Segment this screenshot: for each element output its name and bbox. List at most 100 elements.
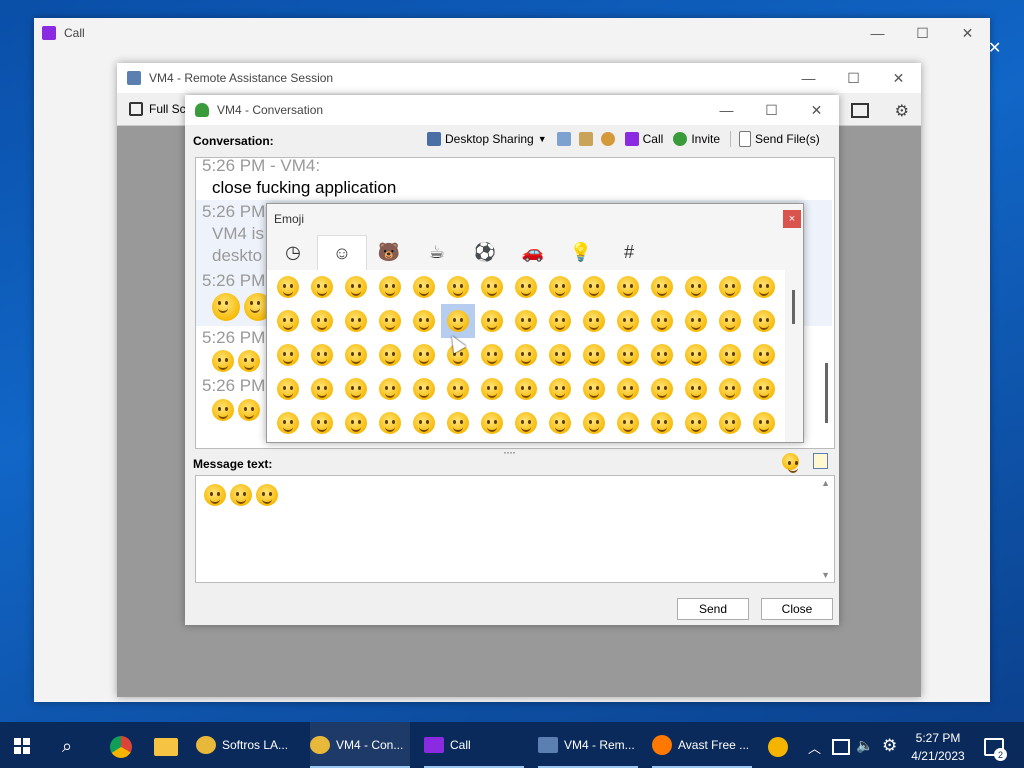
emoji-grid-cell[interactable] [339,270,373,304]
emoji-grid-cell[interactable] [543,338,577,372]
car-icon[interactable]: 🚗 [509,235,557,269]
network-icon[interactable] [832,739,850,755]
emoji-grid-cell[interactable] [509,338,543,372]
emoji-grid-cell[interactable] [509,270,543,304]
emoji-grid-cell[interactable] [305,372,339,406]
emoji-grid-cell[interactable] [713,304,747,338]
emoji-grid-cell[interactable] [577,270,611,304]
taskbar-item-softros[interactable]: Softros LA... [196,722,296,768]
search-icon[interactable]: ⌕ [62,736,72,757]
emoji-grid-cell[interactable] [747,372,781,406]
settings-tray-icon[interactable]: ⚙ [882,736,897,756]
emoji-grid-cell[interactable] [713,372,747,406]
emoji-grid-cell[interactable] [271,406,305,440]
emoji-grid-cell[interactable] [645,304,679,338]
emoji-grid-cell[interactable] [475,372,509,406]
emoji-grid-cell[interactable] [543,406,577,440]
emoji-picker-button[interactable] [782,453,799,473]
taskbar-item-avast[interactable]: Avast Free ... [652,722,752,768]
conv-maximize-button[interactable]: ☐ [749,95,794,125]
emoji-grid-cell[interactable] [713,406,747,440]
log-scrollbar-thumb[interactable] [825,363,828,423]
emoji-grid-cell[interactable] [339,372,373,406]
emoji-scrollbar-thumb[interactable] [792,290,795,324]
emoji-grid-cell[interactable] [339,304,373,338]
send-button[interactable]: Send [677,598,749,620]
windows-start-icon[interactable] [14,738,30,754]
emoji-grid-cell[interactable] [747,406,781,440]
emoji-grid-cell[interactable] [611,270,645,304]
desktop-close-icon[interactable]: ✕ [988,38,1001,58]
taskbar-item-vm4-conversation[interactable]: VM4 - Con... [310,722,410,768]
call-button[interactable]: Call [624,132,663,146]
emoji-grid-cell[interactable] [611,406,645,440]
shield-icon[interactable] [768,737,788,757]
emoji-grid-cell[interactable] [305,304,339,338]
emoji-popup-close-button[interactable]: × [783,210,801,228]
emoji-grid-cell[interactable] [543,372,577,406]
conv-close-button[interactable]: ✕ [794,95,839,125]
emoji-grid-cell[interactable] [407,270,441,304]
emoji-grid-cell[interactable] [305,406,339,440]
recent-icon[interactable]: ◷ [269,235,317,269]
emoji-grid-cell[interactable] [645,372,679,406]
emoji-grid-cell[interactable] [441,372,475,406]
fullscreen-icon[interactable] [129,102,143,116]
ra-minimize-button[interactable]: — [786,63,831,93]
emoji-grid-cell[interactable] [679,270,713,304]
splitter-grip-icon[interactable]: ···· [503,445,516,459]
emoji-grid-cell[interactable] [373,270,407,304]
emoji-grid-cell[interactable] [305,338,339,372]
emoji-grid-cell[interactable] [747,270,781,304]
emoji-grid-cell[interactable] [339,406,373,440]
emoji-grid-cell[interactable] [713,270,747,304]
emoji-grid-cell[interactable] [407,406,441,440]
emoji-grid-cell[interactable] [271,304,305,338]
scroll-down-icon[interactable]: ▼ [821,570,830,580]
invite-button[interactable]: Invite [673,132,720,146]
chrome-icon[interactable] [110,736,132,758]
emoji-grid-cell[interactable] [577,338,611,372]
emoji-grid-cell[interactable] [509,406,543,440]
emoji-grid-cell[interactable] [509,372,543,406]
emoji-grid-cell[interactable] [475,270,509,304]
taskbar-item-vm4-remote[interactable]: VM4 - Rem... [538,722,638,768]
taskbar-item-call[interactable]: Call [424,722,524,768]
history-icon[interactable] [556,132,571,146]
file-explorer-icon[interactable] [154,738,178,756]
emoji-grid-cell[interactable] [407,338,441,372]
emoji-grid-cell[interactable] [407,304,441,338]
emoji-grid-cell[interactable] [407,372,441,406]
emoji-grid-cell[interactable] [747,338,781,372]
emoji-grid-cell[interactable] [271,338,305,372]
emoji-grid-cell[interactable] [339,338,373,372]
clock-date[interactable]: 4/21/2023 [906,749,970,763]
emoji-grid-cell[interactable] [543,304,577,338]
emoji-grid-cell[interactable] [271,372,305,406]
scroll-up-icon[interactable]: ▲ [821,478,830,488]
emoji-grid-cell[interactable] [509,304,543,338]
emoji-grid-cell[interactable] [645,270,679,304]
close-button[interactable]: ✕ [945,18,990,48]
format-icon[interactable] [813,453,828,469]
emoji-grid-cell[interactable] [679,406,713,440]
emoji-grid-cell[interactable] [679,338,713,372]
symbol-icon[interactable]: # [605,235,653,269]
emoji-grid-cell[interactable] [645,406,679,440]
emoji-grid-cell[interactable] [373,304,407,338]
lightbulb-icon[interactable]: 💡 [557,235,605,269]
display-settings-icon[interactable] [851,103,869,118]
emoji-grid-cell[interactable] [645,338,679,372]
ra-close-button[interactable]: ✕ [876,63,921,93]
emoji-grid-cell[interactable] [543,270,577,304]
contacts-icon[interactable] [578,132,593,146]
emoji-grid-cell[interactable] [475,406,509,440]
emoji-grid-cell[interactable] [611,304,645,338]
maximize-button[interactable]: ☐ [900,18,945,48]
emoji-grid-cell[interactable] [373,372,407,406]
clock-time[interactable]: 5:27 PM [912,731,964,745]
gear-icon[interactable]: ⚙ [895,101,909,121]
tray-chevron-up-icon[interactable]: ︿ [808,738,821,757]
send-files-button[interactable]: Send File(s) [730,131,820,147]
close-dialog-button[interactable]: Close [761,598,833,620]
